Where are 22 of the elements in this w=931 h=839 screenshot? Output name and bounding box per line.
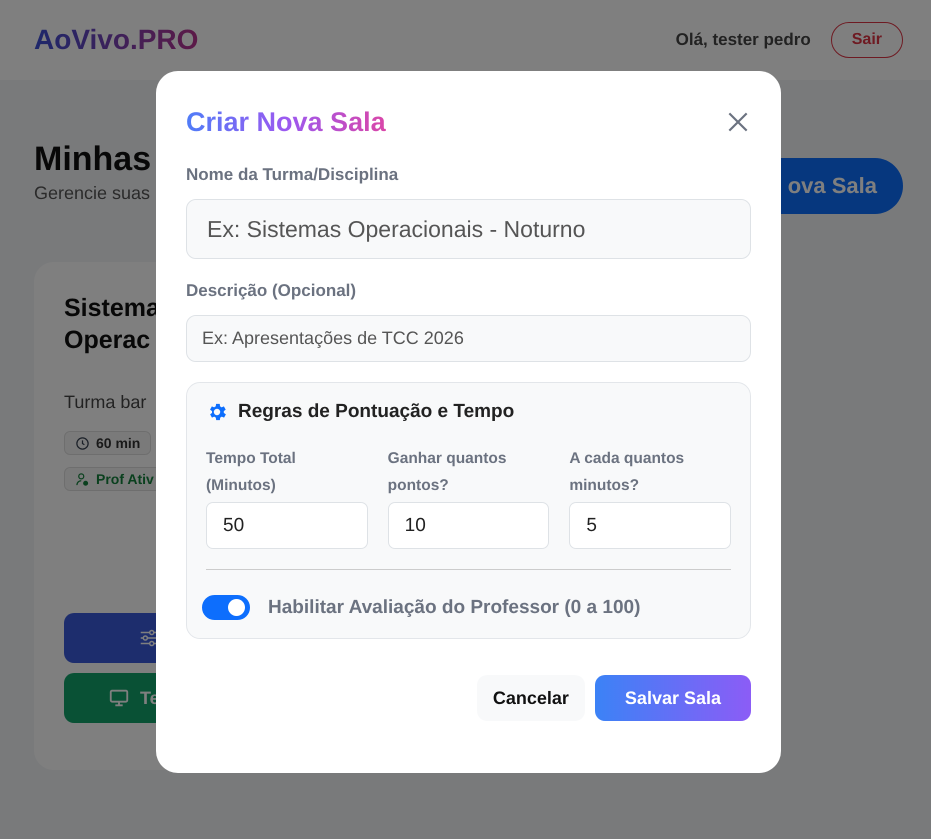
field-label: Ganhar quantos pontos?: [388, 449, 508, 496]
room-title: Sistema: [64, 293, 160, 324]
field-label: Nome da Turma/Disciplina: [186, 165, 400, 185]
rules-title: Regras de Pontuação e Tempo: [238, 401, 514, 423]
room-title: Operac: [64, 325, 150, 356]
room-description: Turma bar: [64, 392, 146, 413]
greeting-text: Olá, tester pedro: [676, 30, 811, 50]
input-field[interactable]: 50: [206, 502, 368, 549]
input-field[interactable]: 10: [388, 502, 550, 549]
field-label: A cada quantos minutos?: [569, 449, 686, 496]
toggle-label: Habilitar Avaliação do Professor (0 a 100): [268, 596, 640, 618]
field-label: Descrição (Opcional): [186, 281, 358, 301]
input-field[interactable]: 5: [569, 502, 731, 549]
field-label: Tempo Total (Minutos): [206, 449, 297, 496]
input-field[interactable]: Ex: Sistemas Operacionais - Noturno: [186, 199, 751, 259]
tag-label: Prof Ativ: [96, 471, 154, 487]
tag-label: 60 min: [96, 435, 140, 451]
page-subtitle: Gerencie suas: [34, 183, 152, 204]
input-field[interactable]: Ex: Apresentações de TCC 2026: [186, 315, 751, 362]
page-title: Minhas: [34, 140, 152, 179]
save-button[interactable]: Salvar Sala: [594, 675, 751, 721]
cancel-button[interactable]: Cancelar: [476, 675, 585, 721]
